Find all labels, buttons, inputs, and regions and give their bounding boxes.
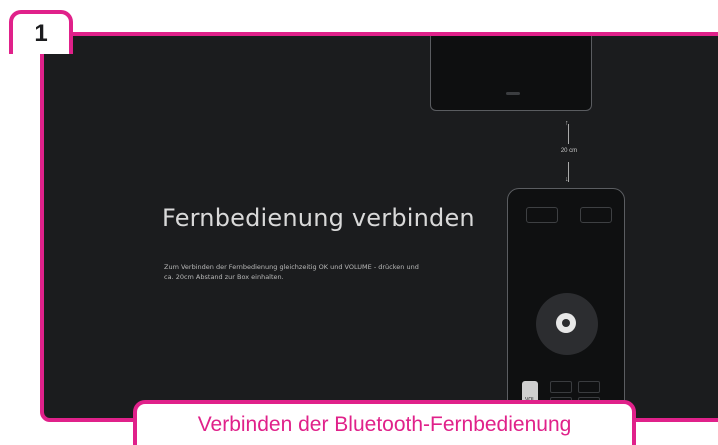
- screen-instructions: Zum Verbinden der Fernbedienung gleichze…: [164, 263, 419, 281]
- set-top-box-illustration: [430, 36, 592, 111]
- tv-screen-frame: ↑ 20 cm ↓ Fernbedienung verbinden Zum Ve…: [40, 32, 718, 422]
- remote-button-right: [580, 207, 612, 223]
- caption-label: Verbinden der Bluetooth-Fernbedienung: [133, 400, 636, 445]
- arrow-down-icon: ↓: [565, 176, 569, 183]
- distance-label: 20 cm: [560, 148, 578, 154]
- remote-button-left: [526, 207, 558, 223]
- remote-grid-button: [550, 381, 572, 393]
- ok-dot-icon: [562, 319, 570, 327]
- step-number-badge: 1: [9, 10, 73, 54]
- distance-indicator: ↑ 20 cm ↓: [549, 120, 589, 186]
- box-led: [506, 92, 520, 95]
- screen-title: Fernbedienung verbinden: [162, 204, 475, 232]
- remote-ok-button: [556, 313, 576, 333]
- remote-grid-button: [578, 381, 600, 393]
- remote-control-illustration: VOL: [507, 188, 625, 418]
- distance-line-top: [568, 124, 569, 144]
